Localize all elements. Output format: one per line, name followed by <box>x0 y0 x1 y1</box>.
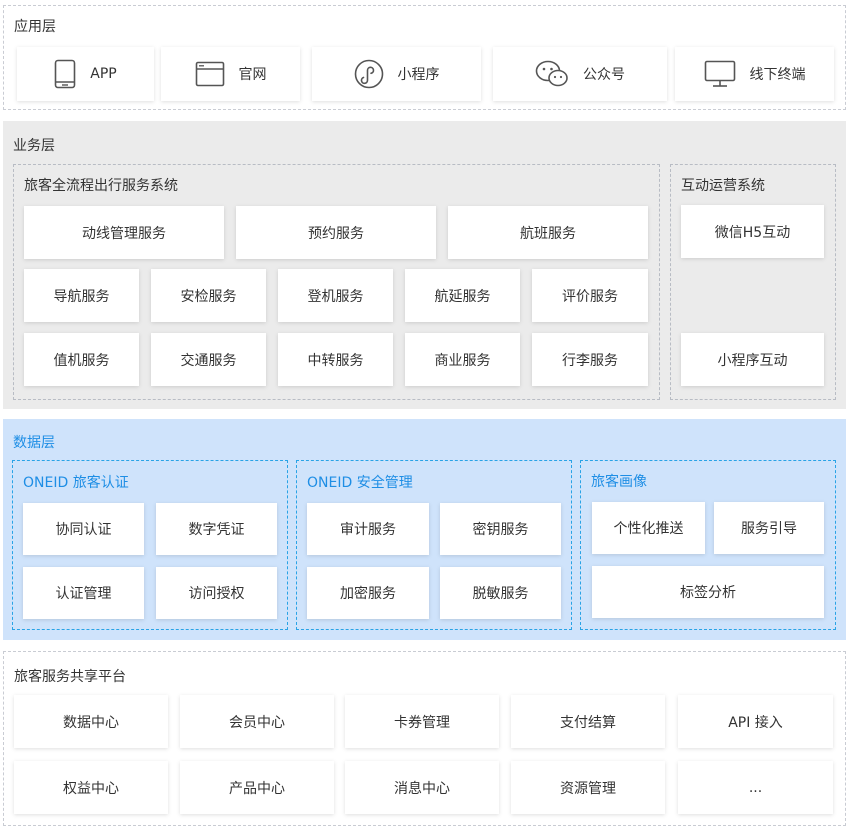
oneid-security-title: ONEID 安全管理 <box>307 475 413 491</box>
service-box[interactable]: 值机服务 <box>24 333 139 386</box>
platform-box[interactable]: 会员中心 <box>180 695 334 748</box>
platform-box[interactable]: 产品中心 <box>180 761 334 814</box>
business-layer: 业务层 旅客全流程出行服务系统 动线管理服务 预约服务 航班服务 导航服务 安检… <box>3 121 846 409</box>
traveler-profile-title: 旅客画像 <box>591 474 647 490</box>
platform-box[interactable]: 支付结算 <box>511 695 665 748</box>
service-box[interactable]: 航班服务 <box>448 206 648 259</box>
wechat-icon <box>535 60 569 88</box>
interaction-box[interactable]: 微信H5互动 <box>681 205 824 258</box>
app-item-label: APP <box>90 66 117 82</box>
platform-box[interactable]: 卡券管理 <box>345 695 499 748</box>
app-item-label: 线下终端 <box>749 67 806 83</box>
service-box[interactable]: 行李服务 <box>532 333 648 386</box>
platform-box[interactable]: 权益中心 <box>14 761 168 814</box>
app-item-official-account[interactable]: 公众号 <box>493 47 667 101</box>
traveler-profile-section: 旅客画像 个性化推送 服务引导 标签分析 <box>580 460 836 630</box>
data-box[interactable]: 协同认证 <box>23 503 144 555</box>
app-item-app[interactable]: APP <box>17 47 154 101</box>
oneid-security-section: ONEID 安全管理 审计服务 密钥服务 加密服务 脱敏服务 <box>296 460 572 630</box>
data-box[interactable]: 标签分析 <box>592 566 824 618</box>
service-box[interactable]: 评价服务 <box>532 269 648 322</box>
browser-window-icon <box>195 61 225 87</box>
data-layer-title: 数据层 <box>13 435 55 451</box>
service-box[interactable]: 航延服务 <box>405 269 520 322</box>
data-box[interactable]: 审计服务 <box>307 503 429 555</box>
service-box[interactable]: 交通服务 <box>151 333 266 386</box>
oneid-auth-section: ONEID 旅客认证 协同认证 数字凭证 认证管理 访问授权 <box>12 460 288 630</box>
oneid-auth-title: ONEID 旅客认证 <box>23 475 129 491</box>
data-box[interactable]: 数字凭证 <box>156 503 277 555</box>
data-box[interactable]: 脱敏服务 <box>440 567 561 619</box>
platform-box[interactable]: ... <box>678 761 833 814</box>
shared-platform-layer: 旅客服务共享平台 数据中心 会员中心 卡券管理 支付结算 API 接入 权益中心… <box>3 651 846 826</box>
data-layer: 数据层 ONEID 旅客认证 协同认证 数字凭证 认证管理 访问授权 ONEID… <box>3 419 846 640</box>
data-box[interactable]: 服务引导 <box>714 502 824 554</box>
data-box[interactable]: 认证管理 <box>23 567 144 619</box>
app-layer: 应用层 APP 官网 小程序 公众号 线下终端 <box>3 5 846 110</box>
platform-box[interactable]: API 接入 <box>678 695 833 748</box>
app-layer-title: 应用层 <box>14 19 56 35</box>
phone-icon <box>54 59 76 89</box>
platform-box[interactable]: 数据中心 <box>14 695 168 748</box>
service-box[interactable]: 安检服务 <box>151 269 266 322</box>
interaction-box[interactable]: 小程序互动 <box>681 333 824 386</box>
data-box[interactable]: 访问授权 <box>156 567 277 619</box>
service-box[interactable]: 动线管理服务 <box>24 206 224 259</box>
service-box[interactable]: 预约服务 <box>236 206 436 259</box>
app-item-label: 小程序 <box>397 67 440 83</box>
service-box[interactable]: 商业服务 <box>405 333 520 386</box>
travel-service-system: 旅客全流程出行服务系统 动线管理服务 预约服务 航班服务 导航服务 安检服务 登… <box>13 164 660 400</box>
app-item-offline-terminal[interactable]: 线下终端 <box>675 47 834 101</box>
shared-platform-title: 旅客服务共享平台 <box>14 669 126 685</box>
data-box[interactable]: 密钥服务 <box>440 503 561 555</box>
travel-service-system-title: 旅客全流程出行服务系统 <box>24 178 178 194</box>
interaction-ops-system-title: 互动运营系统 <box>681 178 765 194</box>
data-box[interactable]: 加密服务 <box>307 567 429 619</box>
app-item-label: 官网 <box>238 67 267 83</box>
app-item-mini-program[interactable]: 小程序 <box>312 47 481 101</box>
service-box[interactable]: 登机服务 <box>278 269 393 322</box>
data-box[interactable]: 个性化推送 <box>592 502 705 554</box>
app-item-website[interactable]: 官网 <box>161 47 300 101</box>
mini-program-icon <box>354 59 384 89</box>
app-item-label: 公众号 <box>583 67 625 83</box>
business-layer-title: 业务层 <box>13 138 55 154</box>
interaction-ops-system: 互动运营系统 微信H5互动 小程序互动 <box>670 164 836 400</box>
platform-box[interactable]: 资源管理 <box>511 761 665 814</box>
platform-box[interactable]: 消息中心 <box>345 761 499 814</box>
service-box[interactable]: 导航服务 <box>24 269 139 322</box>
monitor-icon <box>704 60 736 88</box>
service-box[interactable]: 中转服务 <box>278 333 393 386</box>
